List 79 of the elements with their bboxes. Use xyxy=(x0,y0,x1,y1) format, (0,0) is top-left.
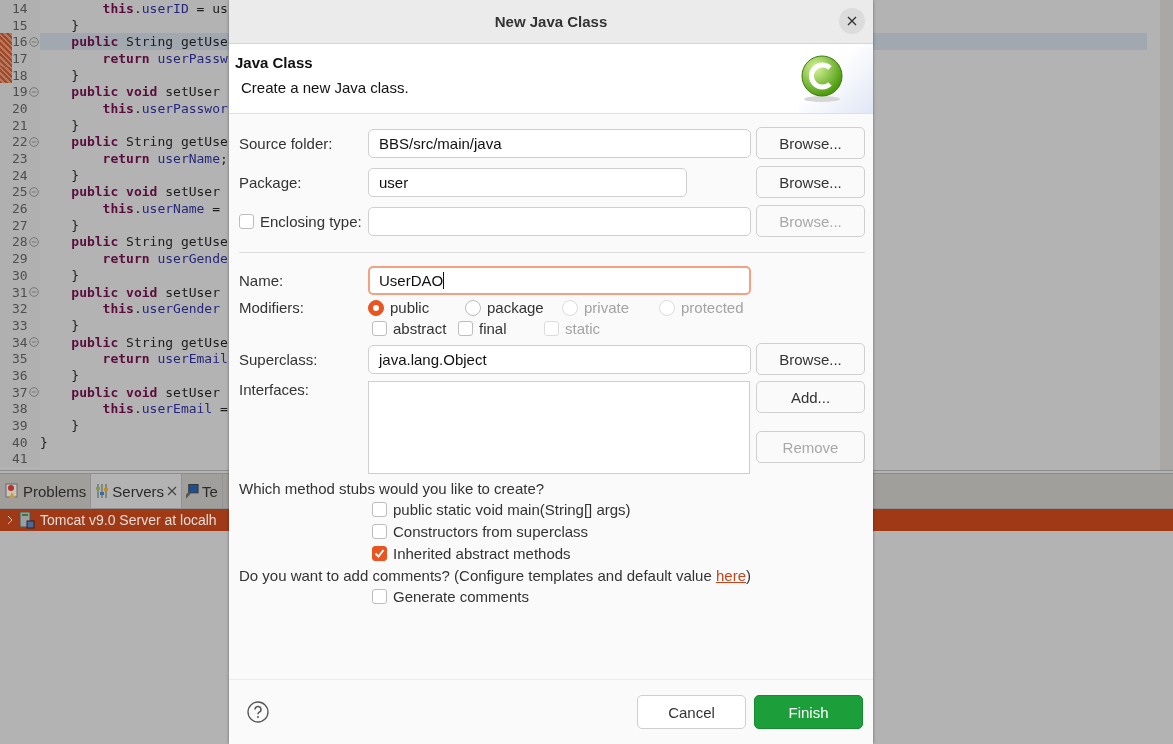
code-line: this.userName = xyxy=(101,201,221,217)
code-line: } xyxy=(70,217,80,233)
radio-label: package xyxy=(487,299,544,316)
line-number: 28 xyxy=(12,234,29,250)
code-line: } xyxy=(70,418,80,434)
field-label: Interfaces: xyxy=(239,381,311,398)
code-line: } xyxy=(70,17,80,33)
code-line: public String getUse xyxy=(70,334,228,350)
line-number: 37 xyxy=(12,384,29,400)
line-number: 14 xyxy=(12,0,29,16)
comments-question: Do you want to add comments? (Configure templates and default value here) xyxy=(239,567,751,584)
code-line: public void setUser xyxy=(70,384,221,400)
code-line: public void setUser xyxy=(70,184,221,200)
line-number: 40 xyxy=(12,434,29,450)
code-line: public void setUser xyxy=(70,84,221,100)
line-number: 16 xyxy=(12,34,29,50)
checkbox-label: Inherited abstract methods xyxy=(393,545,571,562)
line-number: 34 xyxy=(12,334,29,350)
code-line: return userEmail xyxy=(101,351,228,367)
code-line: public String getUse xyxy=(70,234,228,250)
field-label: Package: xyxy=(239,173,303,191)
line-number: 19 xyxy=(12,84,29,100)
field-label: Superclass: xyxy=(239,350,319,368)
code-line: this.userGender xyxy=(101,301,221,317)
code-line: return userGende xyxy=(101,251,228,267)
field-label: Modifiers: xyxy=(239,299,306,316)
checkbox-label: public static void main(String[] args) xyxy=(393,501,631,518)
line-number: 23 xyxy=(12,151,29,167)
radio-label: private xyxy=(584,299,630,316)
line-number: 18 xyxy=(12,67,29,83)
code-line: this.userID = us xyxy=(101,0,228,16)
code-line: public String getUse xyxy=(70,134,228,150)
code-line: } xyxy=(70,167,80,183)
page-description: Create a new Java class. xyxy=(240,79,409,96)
checkbox-label: Generate comments xyxy=(393,588,529,605)
line-number: 25 xyxy=(12,184,29,200)
line-number: 29 xyxy=(12,251,29,267)
code-line: } xyxy=(70,317,80,333)
code-line: } xyxy=(40,434,48,450)
code-line: return userPassw xyxy=(101,50,228,66)
line-number: 31 xyxy=(12,284,29,300)
line-number: 36 xyxy=(12,367,29,383)
line-number: 22 xyxy=(12,134,29,150)
line-number: 33 xyxy=(12,317,29,333)
checkbox-label: Enclosing type: xyxy=(260,212,362,230)
code-line: this.userPasswor xyxy=(101,100,228,116)
dialog-title: New Java Class xyxy=(494,13,608,30)
checkbox-label: final xyxy=(479,320,507,337)
line-number: 26 xyxy=(12,201,29,217)
checkbox-label: static xyxy=(565,320,600,337)
line-number: 41 xyxy=(12,451,29,467)
stubs-question: Which method stubs would you like to create? xyxy=(239,480,545,497)
code-line: } xyxy=(70,117,80,133)
code-line: public String getUse xyxy=(70,34,228,50)
code-line: return userName; xyxy=(101,151,228,167)
line-number: 15 xyxy=(12,17,29,33)
line-number: 30 xyxy=(12,267,29,283)
server-label: Tomcat v9.0 Server at localh xyxy=(40,512,217,528)
code-line: public void setUser xyxy=(70,284,221,300)
checkbox-label: abstract xyxy=(393,320,447,337)
line-number: 20 xyxy=(12,100,29,116)
line-number: 35 xyxy=(12,351,29,367)
line-number: 39 xyxy=(12,418,29,434)
radio-label: protected xyxy=(681,299,744,316)
line-number: 21 xyxy=(12,117,29,133)
page-title: Java Class xyxy=(235,54,314,71)
code-line: this.userEmail = xyxy=(101,401,228,417)
code-line: } xyxy=(70,367,80,383)
line-number: 27 xyxy=(12,217,29,233)
line-number: 17 xyxy=(12,50,29,66)
field-label: Source folder: xyxy=(239,134,334,152)
line-number: 38 xyxy=(12,401,29,417)
checkbox-label: Constructors from superclass xyxy=(393,523,589,540)
radio-label: public xyxy=(390,299,430,316)
line-number: 32 xyxy=(12,301,29,317)
line-number: 24 xyxy=(12,167,29,183)
field-label: Name: xyxy=(239,272,285,289)
code-line: } xyxy=(70,67,80,83)
code-line: } xyxy=(70,267,80,283)
